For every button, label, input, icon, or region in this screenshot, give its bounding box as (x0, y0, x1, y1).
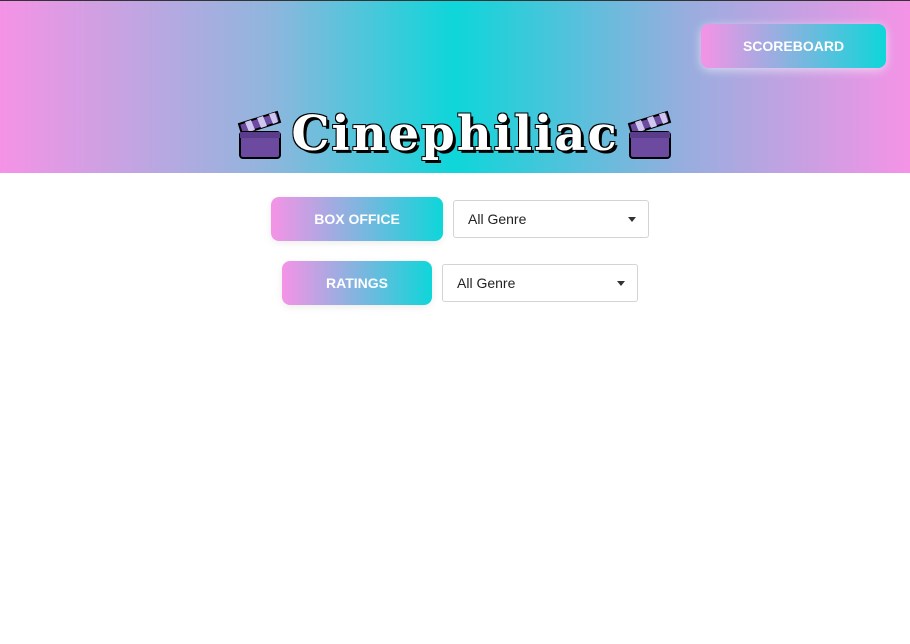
box-office-row: BOX OFFICE All Genre (271, 197, 649, 241)
scoreboard-button[interactable]: SCOREBOARD (701, 24, 886, 68)
ratings-genre-select[interactable]: All Genre (442, 264, 638, 302)
clapper-board-icon (238, 110, 282, 159)
box-office-genre-select[interactable]: All Genre (453, 200, 649, 238)
app-title-text: Cinephiliac (291, 106, 619, 162)
box-office-button[interactable]: BOX OFFICE (271, 197, 443, 241)
ratings-button[interactable]: RATINGS (282, 261, 432, 305)
ratings-row: RATINGS All Genre (282, 261, 638, 305)
box-office-genre-value: All Genre (468, 211, 527, 227)
app-title: Cinephiliac (0, 103, 910, 165)
ratings-genre-value: All Genre (457, 275, 516, 291)
caret-down-icon (628, 216, 636, 222)
caret-down-icon (617, 280, 625, 286)
clapper-board-icon (627, 110, 671, 159)
header-banner: SCOREBOARD Cinephiliac (0, 0, 910, 173)
